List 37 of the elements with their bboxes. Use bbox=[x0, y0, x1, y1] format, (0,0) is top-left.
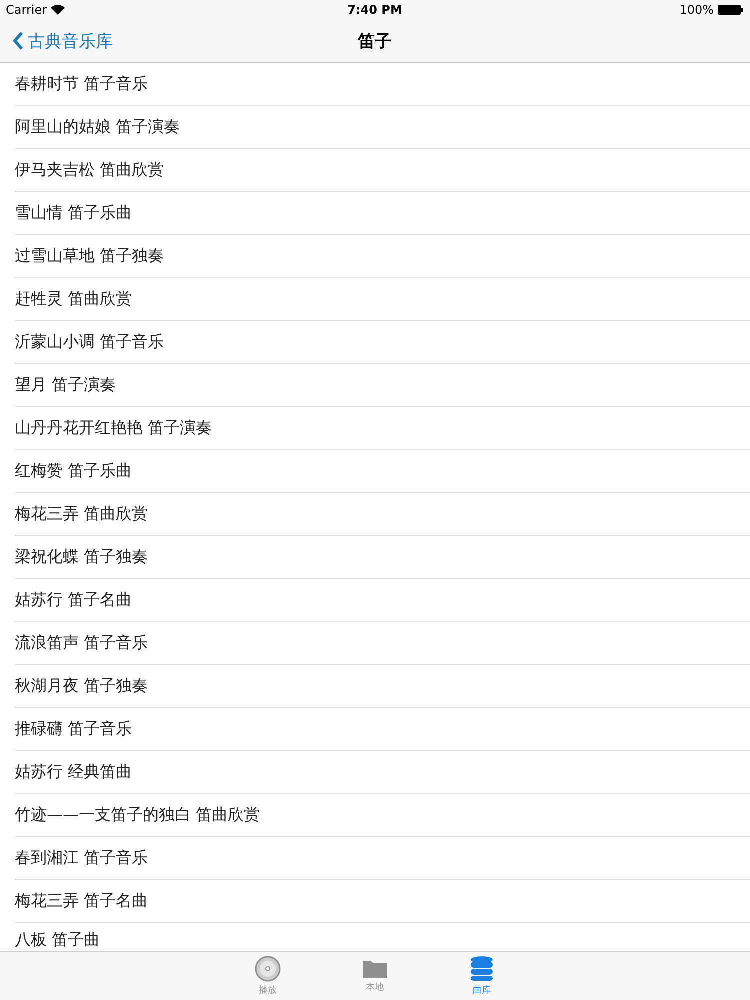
back-chevron-icon bbox=[12, 31, 24, 51]
track-row[interactable]: 望月 笛子演奏 bbox=[15, 364, 750, 407]
tab-label: 播放 bbox=[259, 984, 277, 996]
database-icon bbox=[470, 956, 494, 982]
track-row[interactable]: 梅花三弄 笛子名曲 bbox=[15, 880, 750, 923]
track-row[interactable]: 山丹丹花开红艳艳 笛子演奏 bbox=[15, 407, 750, 450]
status-time: 7:40 PM bbox=[348, 3, 402, 17]
track-row[interactable]: 流浪笛声 笛子音乐 bbox=[15, 622, 750, 665]
track-row[interactable]: 过雪山草地 笛子独奏 bbox=[15, 235, 750, 278]
track-row[interactable]: 沂蒙山小调 笛子音乐 bbox=[15, 321, 750, 364]
tab-label: 本地 bbox=[366, 982, 384, 994]
track-row[interactable]: 姑苏行 笛子名曲 bbox=[15, 579, 750, 622]
back-button[interactable]: 古典音乐库 bbox=[0, 28, 119, 54]
track-row[interactable]: 秋湖月夜 笛子独奏 bbox=[15, 665, 750, 708]
track-row[interactable]: 推碌礴 笛子音乐 bbox=[15, 708, 750, 751]
track-row[interactable]: 春到湘江 笛子音乐 bbox=[15, 837, 750, 880]
back-label: 古典音乐库 bbox=[28, 30, 113, 52]
track-row[interactable]: 八板 笛子曲 bbox=[15, 923, 750, 951]
tab-bar-item[interactable]: 曲库 bbox=[456, 952, 508, 1000]
wifi-icon bbox=[51, 5, 66, 15]
folder-icon bbox=[362, 958, 388, 978]
track-row[interactable]: 姑苏行 经典笛曲 bbox=[15, 751, 750, 794]
tab-label: 曲库 bbox=[473, 984, 491, 996]
track-row[interactable]: 春耕时节 笛子音乐 bbox=[15, 63, 750, 106]
track-row[interactable]: 红梅赞 笛子乐曲 bbox=[15, 450, 750, 493]
nav-title: 笛子 bbox=[358, 30, 392, 52]
track-row[interactable]: 竹迹——一支笛子的独白 笛曲欣赏 bbox=[15, 794, 750, 837]
disc-icon bbox=[255, 956, 281, 982]
track-row[interactable]: 雪山情 笛子乐曲 bbox=[15, 192, 750, 235]
track-row[interactable]: 阿里山的姑娘 笛子演奏 bbox=[15, 106, 750, 149]
carrier-label: Carrier bbox=[6, 3, 48, 17]
battery-percent: 100% bbox=[680, 3, 714, 17]
battery-icon bbox=[718, 5, 744, 15]
track-row[interactable]: 梁祝化蝶 笛子独奏 bbox=[15, 536, 750, 579]
track-row[interactable]: 赶牲灵 笛曲欣赏 bbox=[15, 278, 750, 321]
track-row[interactable]: 梅花三弄 笛曲欣赏 bbox=[15, 493, 750, 536]
track-row[interactable]: 伊马夹吉松 笛曲欣赏 bbox=[15, 149, 750, 192]
